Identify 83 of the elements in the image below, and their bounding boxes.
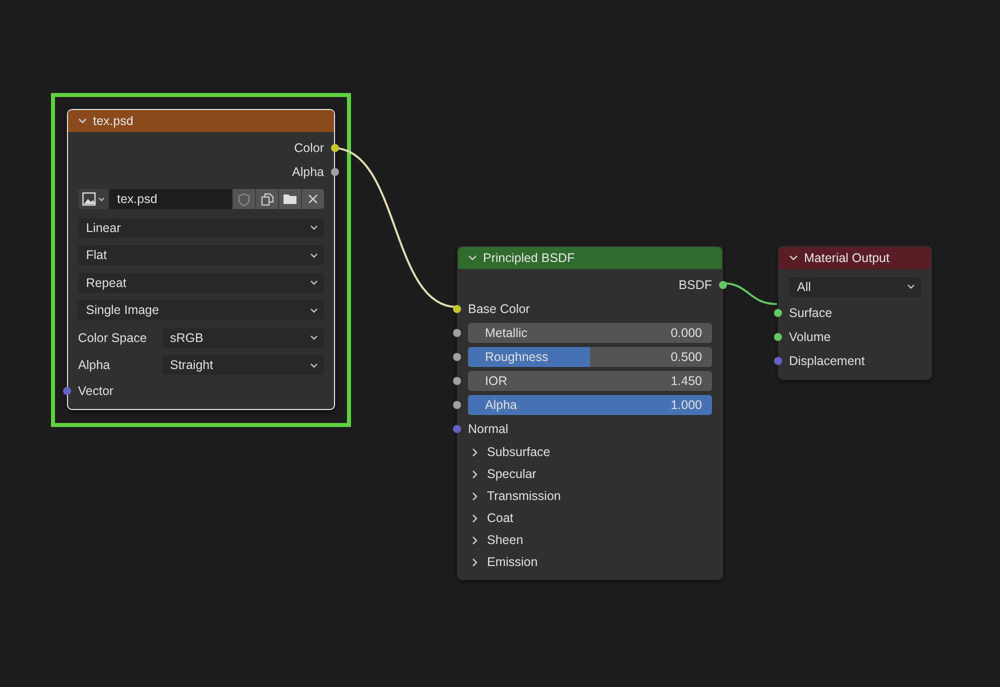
field-label: Color Space [78, 330, 148, 345]
open-button[interactable] [278, 189, 301, 209]
field-label: Alpha [78, 358, 111, 372]
dropdown[interactable]: sRGB [162, 328, 324, 348]
socket-label: Normal [468, 422, 508, 436]
socket-label: Vector [78, 384, 114, 398]
socket-dot[interactable] [774, 356, 782, 364]
duplicate-button[interactable] [255, 189, 278, 209]
node-header[interactable]: Principled BSDF [458, 247, 722, 269]
socket-dot[interactable] [453, 401, 461, 409]
slider-value: 0.000 [670, 326, 702, 340]
collapsed-panel[interactable]: Subsurface [458, 441, 722, 463]
chevron-right-icon [472, 448, 478, 456]
node-title: Material Output [804, 251, 890, 265]
dropdown[interactable]: All [789, 276, 921, 297]
socket-dot[interactable] [331, 168, 339, 176]
fake-user-button[interactable] [232, 189, 255, 209]
dropdown[interactable]: Straight [162, 355, 324, 376]
value-slider[interactable]: Alpha 1.000 [468, 395, 712, 415]
caret-icon [907, 284, 915, 290]
socket-dot[interactable] [453, 329, 461, 337]
folder-icon [283, 193, 297, 205]
dropdown[interactable]: Linear [78, 218, 324, 238]
socket-label: Alpha [292, 165, 324, 179]
slider-value: 0.500 [670, 350, 702, 364]
dropdown[interactable]: Single Image [78, 300, 324, 320]
number-field[interactable]: Metallic 0.000 [468, 323, 712, 343]
socket-label: Surface [789, 306, 832, 320]
slider-label: IOR [485, 374, 508, 388]
chevron-right-icon [472, 558, 478, 566]
node-header[interactable]: Material Output [779, 247, 931, 269]
socket-dot[interactable] [453, 353, 461, 361]
chevron-right-icon [472, 514, 478, 522]
socket-label: Color [294, 141, 324, 155]
socket-dot[interactable] [719, 281, 727, 289]
socket-dot[interactable] [453, 305, 461, 313]
node-title: tex.psd [93, 114, 134, 128]
dropdown[interactable]: Flat [78, 245, 324, 266]
image-icon [82, 192, 96, 206]
shield-icon [238, 192, 250, 206]
chevron-down-icon[interactable] [789, 255, 798, 261]
caret-icon [310, 335, 318, 340]
chevron-right-icon [472, 536, 478, 544]
caret-icon [310, 362, 318, 368]
collapsed-panel[interactable]: Coat [458, 507, 722, 529]
slider-value: 1.000 [670, 398, 702, 412]
dropdown[interactable]: Repeat [78, 272, 324, 293]
socket-label: Volume [789, 330, 831, 344]
caret-icon [310, 308, 318, 313]
socket-dot[interactable] [453, 425, 461, 433]
socket-dot[interactable] [331, 144, 339, 152]
socket-dot[interactable] [774, 308, 782, 316]
slider-label: Metallic [485, 326, 528, 340]
image-name-field[interactable]: tex.psd [109, 189, 232, 209]
caret-icon [310, 252, 318, 258]
socket-dot[interactable] [453, 377, 461, 385]
image-browse-button[interactable] [78, 189, 109, 209]
copy-icon [260, 192, 274, 206]
chevron-right-icon [472, 492, 478, 500]
caret-icon [310, 280, 318, 286]
socket-label: Base Color [468, 302, 530, 316]
node-title: Principled BSDF [483, 251, 575, 265]
value-slider[interactable]: Roughness 0.500 [468, 347, 712, 367]
collapsed-panel[interactable]: Sheen [458, 529, 722, 551]
node-header[interactable]: tex.psd [68, 110, 334, 132]
unlink-button[interactable] [301, 189, 324, 209]
slider-label: Roughness [485, 350, 548, 364]
caret-icon [98, 196, 105, 202]
slider-label: Alpha [485, 398, 517, 412]
socket-dot[interactable] [774, 332, 782, 340]
chevron-down-icon[interactable] [468, 255, 477, 261]
close-icon [308, 194, 318, 204]
collapsed-panel[interactable]: Transmission [458, 485, 722, 507]
chevron-down-icon[interactable] [78, 118, 87, 124]
caret-icon [310, 225, 318, 230]
socket-label: Displacement [789, 354, 865, 368]
number-field[interactable]: IOR 1.450 [468, 371, 712, 391]
slider-value: 1.450 [670, 374, 702, 388]
chevron-right-icon [472, 470, 478, 478]
collapsed-panel[interactable]: Specular [458, 463, 722, 485]
collapsed-panel[interactable]: Emission [458, 551, 722, 573]
socket-label: BSDF [678, 278, 712, 292]
socket-dot[interactable] [63, 387, 71, 395]
